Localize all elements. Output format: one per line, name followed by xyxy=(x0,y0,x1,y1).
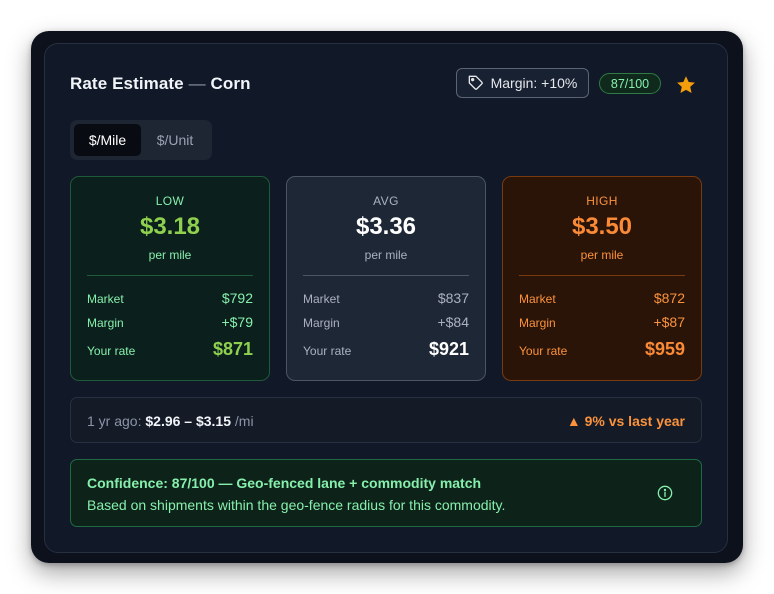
tier-price: $3.36 xyxy=(355,213,417,240)
tier-unit: per mile xyxy=(148,248,192,262)
row-value: +$79 xyxy=(221,314,253,330)
divider xyxy=(519,275,685,276)
row-value: +$87 xyxy=(653,314,685,330)
row-value: $871 xyxy=(212,339,253,359)
toggle-per-unit[interactable]: $/Unit xyxy=(143,124,207,156)
divider xyxy=(303,275,469,276)
row-value: $872 xyxy=(653,290,685,306)
your-rate-row: Your rate $959 xyxy=(519,339,685,360)
score-badge: 87/100 xyxy=(599,73,661,94)
history-range-value: $2.96 – $3.15 xyxy=(145,413,232,429)
title-separator: — xyxy=(188,74,206,93)
divider xyxy=(87,275,253,276)
margin-row: Margin +$84 xyxy=(303,314,469,330)
market-row: Market $837 xyxy=(303,290,469,306)
row-key: Your rate xyxy=(87,344,136,358)
history-suffix: /mi xyxy=(234,413,254,429)
your-rate-row: Your rate $871 xyxy=(87,339,253,360)
tier-label: AVG xyxy=(373,194,399,208)
row-key: Market xyxy=(87,292,124,306)
tag-icon xyxy=(468,75,483,90)
row-key: Your rate xyxy=(519,344,568,358)
tier-unit: per mile xyxy=(580,248,624,262)
row-value: +$84 xyxy=(437,314,469,330)
tier-card-avg: AVG $3.36 per mile Market $837 Margin +$84… xyxy=(286,176,486,381)
row-value: $959 xyxy=(644,339,685,359)
row-key: Margin xyxy=(519,316,556,330)
history-prefix: 1 yr ago: xyxy=(87,413,142,429)
market-row: Market $792 xyxy=(87,290,253,306)
row-key: Margin xyxy=(303,316,340,330)
tier-card-low: LOW $3.18 per mile Market $792 Margin +$79… xyxy=(70,176,270,381)
card-title: Rate Estimate — Corn xyxy=(70,74,251,94)
tier-label: LOW xyxy=(155,194,185,208)
title-main: Rate Estimate xyxy=(70,74,184,93)
tier-price: $3.50 xyxy=(571,213,633,240)
tier-price: $3.18 xyxy=(139,213,201,240)
margin-row: Margin +$87 xyxy=(519,314,685,330)
market-row: Market $872 xyxy=(519,290,685,306)
widget-frame: Rate Estimate — Corn Margin: +10% 87/100… xyxy=(31,31,743,563)
row-key: Your rate xyxy=(303,344,352,358)
tier-card-high: HIGH $3.50 per mile Market $872 Margin +$8… xyxy=(502,176,702,381)
star-icon[interactable] xyxy=(675,74,697,96)
history-range: 1 yr ago: $2.96 – $3.15 /mi xyxy=(87,413,254,429)
toggle-per-mile[interactable]: $/Mile xyxy=(74,124,141,156)
confidence-panel: Confidence: 87/100 — Geo-fenced lane + c… xyxy=(70,459,702,527)
row-key: Market xyxy=(303,292,340,306)
title-commodity: Corn xyxy=(210,74,251,93)
history-bar: 1 yr ago: $2.96 – $3.15 /mi ▲ 9% vs last… xyxy=(70,397,702,443)
margin-button[interactable]: Margin: +10% xyxy=(456,68,589,98)
your-rate-row: Your rate $921 xyxy=(303,339,469,360)
confidence-headline: Confidence: 87/100 — Geo-fenced lane + c… xyxy=(87,475,482,491)
yoy-change: ▲ 9% vs last year xyxy=(566,413,685,429)
unit-toggle: $/Mile $/Unit xyxy=(70,120,212,160)
tier-label: HIGH xyxy=(586,194,618,208)
row-value: $837 xyxy=(437,290,469,306)
rate-estimate-card: Rate Estimate — Corn Margin: +10% 87/100… xyxy=(44,43,728,553)
row-value: $921 xyxy=(428,339,469,359)
row-value: $792 xyxy=(221,290,253,306)
info-icon[interactable] xyxy=(657,485,673,501)
margin-row: Margin +$79 xyxy=(87,314,253,330)
confidence-detail: Based on shipments within the geo-fence … xyxy=(87,497,506,513)
margin-label: Margin: +10% xyxy=(490,75,578,91)
tier-unit: per mile xyxy=(364,248,408,262)
row-key: Margin xyxy=(87,316,124,330)
row-key: Market xyxy=(519,292,556,306)
